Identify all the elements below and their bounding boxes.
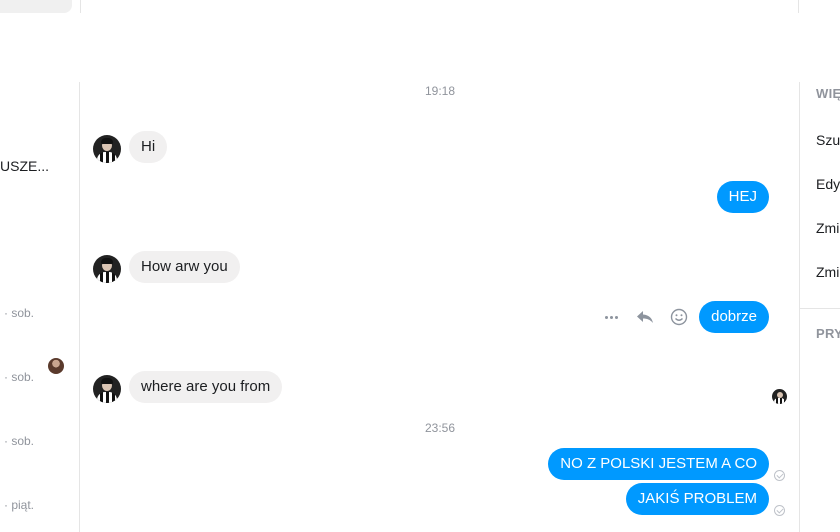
sender-avatar[interactable] [93,255,121,283]
message-timestamp: 23:56 [424,421,456,435]
conversation-time: · piąt. [4,498,35,512]
change-emoji-option[interactable]: Zmie [816,264,840,280]
top-divider-right [798,0,799,13]
top-divider-left [80,0,81,13]
conversation-time: · sob. [4,370,35,384]
contact-avatar [48,358,64,374]
outgoing-message[interactable]: HEJ [716,181,769,213]
message-thread: 19:18 Hi HEJ How arw you dobrze where ar… [81,82,799,532]
sender-avatar[interactable] [93,375,121,403]
edit-nicknames-option[interactable]: Edyt [816,176,840,192]
emoji-icon[interactable] [667,304,691,330]
conversation-list: USZE... · sob. · sob. · sob. · piąt. [0,82,80,532]
conversation-time: · sob. [4,434,35,448]
sender-avatar[interactable] [93,135,121,163]
panel-divider [800,308,840,309]
sent-check-icon [774,505,785,516]
conversation-name[interactable]: USZE... [0,158,49,174]
privacy-heading: PRY [816,326,840,341]
message-actions [599,304,691,330]
search-in-conversation-option[interactable]: Szuk [816,132,840,148]
change-theme-option[interactable]: Zmie [816,220,840,236]
incoming-message[interactable]: Hi [129,131,168,163]
outgoing-message[interactable]: dobrze [699,301,769,333]
sent-check-icon [774,470,785,481]
incoming-message[interactable]: where are you from [129,371,283,403]
options-panel: WIĘ Szuk Edyt Zmie Zmie PRY [799,82,840,532]
incoming-message[interactable]: How arw you [129,251,240,283]
outgoing-message[interactable]: JAKIŚ PROBLEM [625,483,769,515]
top-search-pill [0,0,72,13]
message-timestamp: 19:18 [424,84,456,98]
reply-icon[interactable] [633,304,657,330]
more-options-heading: WIĘ [816,86,840,101]
outgoing-message[interactable]: NO Z POLSKI JESTEM A CO [548,448,769,480]
seen-indicator-avatar [772,389,787,404]
more-icon[interactable] [599,304,623,330]
conversation-time: · sob. [4,306,35,320]
